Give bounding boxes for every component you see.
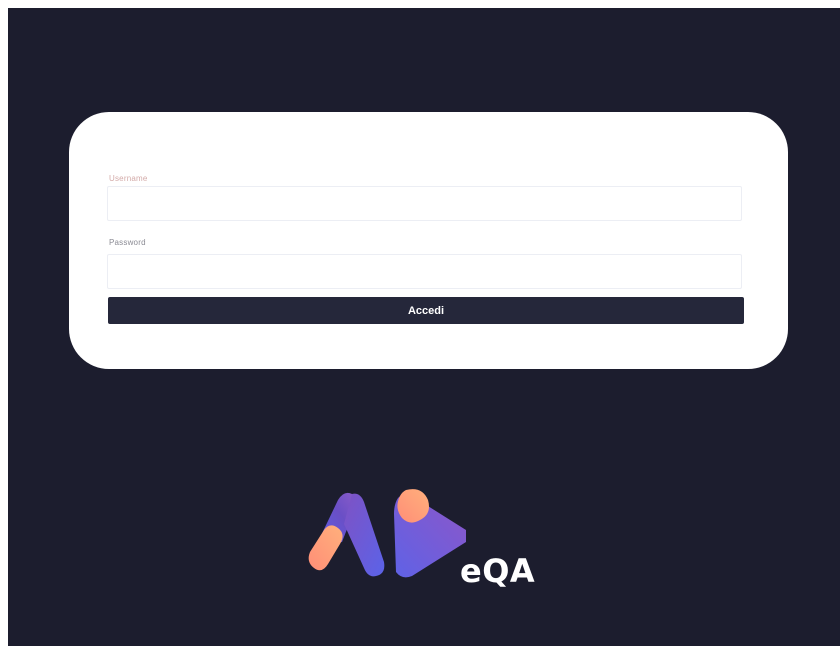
eqa-logo-icon: [308, 489, 466, 578]
username-label: Username: [109, 174, 148, 183]
password-input[interactable]: [107, 254, 742, 289]
username-input[interactable]: [107, 186, 742, 221]
brand-name: eQA: [460, 552, 536, 590]
brand-logo: eQA: [296, 484, 556, 604]
login-button[interactable]: Accedi: [108, 297, 744, 324]
login-card: Username Password Accedi: [69, 112, 788, 369]
password-label: Password: [109, 238, 146, 247]
login-screen: Username Password Accedi eQA: [8, 8, 840, 646]
